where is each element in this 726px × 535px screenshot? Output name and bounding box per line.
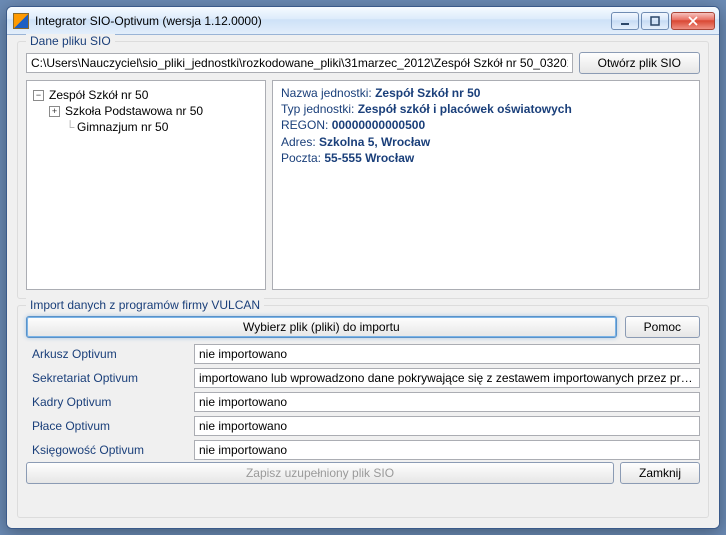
titlebar: Integrator SIO-Optivum (wersja 1.12.0000… xyxy=(7,7,719,35)
detail-name-value: Zespół Szkół nr 50 xyxy=(375,86,480,100)
expand-icon[interactable]: + xyxy=(49,106,60,117)
detail-name-label: Nazwa jednostki: xyxy=(281,86,372,100)
footer-row: Zapisz uzupełniony plik SIO Zamknij xyxy=(26,462,700,484)
status-grid: Arkusz Optivum nie importowano Sekretari… xyxy=(26,344,700,460)
collapse-icon[interactable]: − xyxy=(33,90,44,101)
arkusz-label: Arkusz Optivum xyxy=(26,347,186,361)
detail-address: Adres: Szkolna 5, Wrocław xyxy=(281,134,691,150)
group-file: Dane pliku SIO Otwórz plik SIO − Zespół … xyxy=(17,41,709,299)
sekretariat-status: importowano lub wprowadzono dane pokrywa… xyxy=(194,368,700,388)
tree-child-2[interactable]: └ Gimnazjum nr 50 xyxy=(31,119,261,135)
ksiegowosc-label: Księgowość Optivum xyxy=(26,443,186,457)
import-top-row: Wybierz plik (pliki) do importu Pomoc xyxy=(26,316,700,338)
detail-regon-label: REGON: xyxy=(281,118,328,132)
kadry-label: Kadry Optivum xyxy=(26,395,186,409)
window-title: Integrator SIO-Optivum (wersja 1.12.0000… xyxy=(35,14,611,28)
client-area: Dane pliku SIO Otwórz plik SIO − Zespół … xyxy=(7,35,719,528)
file-row: Otwórz plik SIO xyxy=(26,52,700,74)
tree-child-1[interactable]: + Szkoła Podstawowa nr 50 xyxy=(31,103,261,119)
tree-root[interactable]: − Zespół Szkół nr 50 xyxy=(31,87,261,103)
file-path-input[interactable] xyxy=(26,53,573,73)
tree-child-1-label: Szkoła Podstawowa nr 50 xyxy=(65,104,203,118)
choose-files-button[interactable]: Wybierz plik (pliki) do importu xyxy=(26,316,617,338)
maximize-button[interactable] xyxy=(641,12,669,30)
tree-connector-icon: └ xyxy=(65,120,75,134)
detail-address-label: Adres: xyxy=(281,135,316,149)
unit-tree[interactable]: − Zespół Szkół nr 50 + Szkoła Podstawowa… xyxy=(26,80,266,290)
detail-regon: REGON: 00000000000500 xyxy=(281,117,691,133)
place-label: Płace Optivum xyxy=(26,419,186,433)
detail-type-value: Zespół szkół i placówek oświatowych xyxy=(358,102,572,116)
sekretariat-label: Sekretariat Optivum xyxy=(26,371,186,385)
minimize-icon xyxy=(620,16,630,26)
close-button[interactable] xyxy=(671,12,715,30)
split-pane: − Zespół Szkół nr 50 + Szkoła Podstawowa… xyxy=(26,80,700,290)
detail-post-value: 55-555 Wrocław xyxy=(324,151,414,165)
arkusz-status: nie importowano xyxy=(194,344,700,364)
tree-child-2-label: Gimnazjum nr 50 xyxy=(77,120,168,134)
open-file-button[interactable]: Otwórz plik SIO xyxy=(579,52,700,74)
detail-type-label: Typ jednostki: xyxy=(281,102,354,116)
ksiegowosc-status: nie importowano xyxy=(194,440,700,460)
unit-details: Nazwa jednostki: Zespół Szkół nr 50 Typ … xyxy=(272,80,700,290)
close-icon xyxy=(687,16,699,26)
detail-post: Poczta: 55-555 Wrocław xyxy=(281,150,691,166)
kadry-status: nie importowano xyxy=(194,392,700,412)
detail-type: Typ jednostki: Zespół szkół i placówek o… xyxy=(281,101,691,117)
app-window: Integrator SIO-Optivum (wersja 1.12.0000… xyxy=(6,6,720,529)
group-import-label: Import danych z programów firmy VULCAN xyxy=(26,298,264,312)
tree-root-label: Zespół Szkół nr 50 xyxy=(49,88,148,102)
save-sio-button[interactable]: Zapisz uzupełniony plik SIO xyxy=(26,462,614,484)
detail-post-label: Poczta: xyxy=(281,151,321,165)
minimize-button[interactable] xyxy=(611,12,639,30)
detail-address-value: Szkolna 5, Wrocław xyxy=(319,135,430,149)
close-app-button[interactable]: Zamknij xyxy=(620,462,700,484)
place-status: nie importowano xyxy=(194,416,700,436)
group-file-label: Dane pliku SIO xyxy=(26,34,115,48)
window-controls xyxy=(611,12,715,30)
detail-regon-value: 00000000000500 xyxy=(332,118,425,132)
help-button[interactable]: Pomoc xyxy=(625,316,700,338)
app-icon xyxy=(13,13,29,29)
maximize-icon xyxy=(650,16,660,26)
group-import: Import danych z programów firmy VULCAN W… xyxy=(17,305,709,518)
detail-name: Nazwa jednostki: Zespół Szkół nr 50 xyxy=(281,85,691,101)
